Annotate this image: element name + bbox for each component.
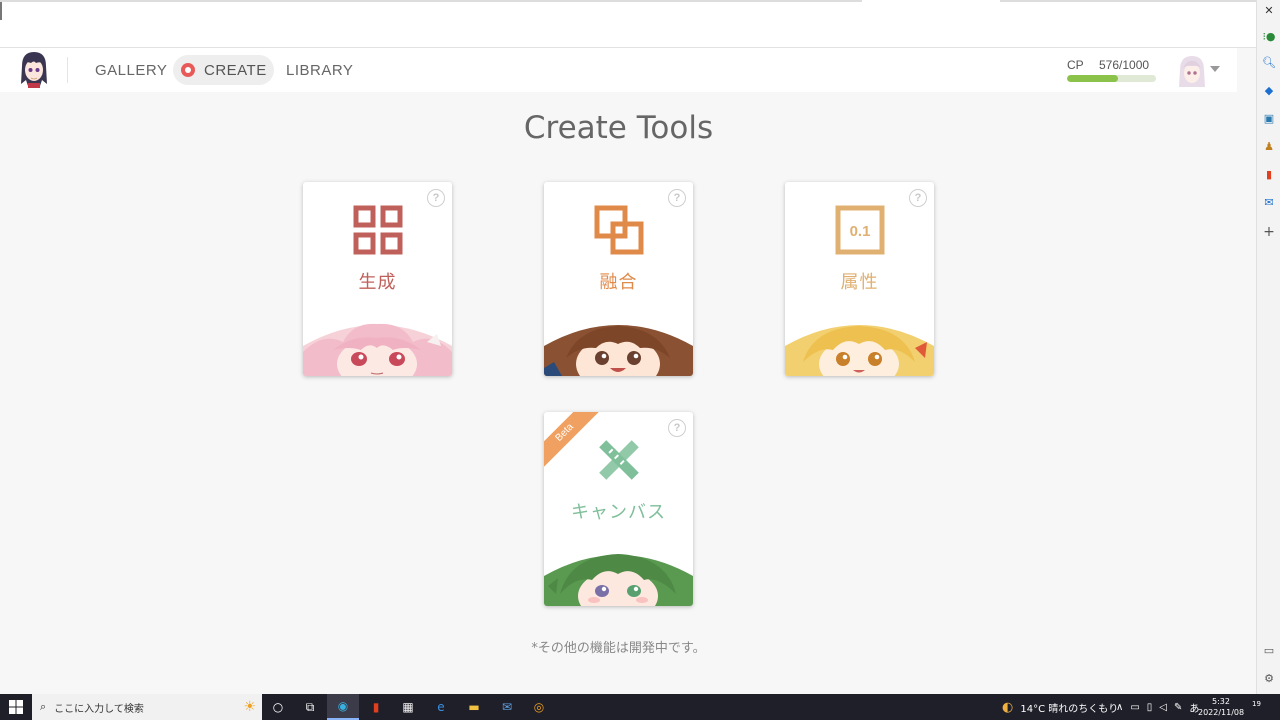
development-note: *その他の機能は開発中です。 bbox=[531, 641, 706, 656]
header-divider bbox=[67, 57, 68, 83]
volume-icon[interactable]: ◁ bbox=[1159, 702, 1167, 713]
tool-card-generate[interactable]: ? 生成 bbox=[303, 182, 452, 376]
loading-bar-segment bbox=[1000, 0, 1256, 2]
character-illustration bbox=[303, 323, 452, 376]
nav-tab-gallery[interactable]: GALLERY bbox=[95, 55, 167, 85]
cp-progress-bar bbox=[1067, 75, 1156, 82]
discover-icon[interactable]: ⁝● bbox=[1261, 28, 1277, 44]
tool-label: 生成 bbox=[358, 272, 397, 293]
help-icon[interactable]: ? bbox=[668, 419, 686, 437]
nav-tab-label: CREATE bbox=[204, 61, 267, 79]
nav-tab-label: LIBRARY bbox=[286, 61, 354, 79]
browser-address-strip bbox=[0, 0, 1256, 48]
tool-label: キャンバス bbox=[571, 502, 666, 523]
search-icon: ⌕ bbox=[40, 700, 47, 713]
tool-card-attribute[interactable]: ? 0.1 属性 bbox=[785, 182, 934, 376]
task-view-icon[interactable]: ⧉ bbox=[294, 694, 326, 720]
weather-cloud-icon: ◐ bbox=[1002, 699, 1014, 715]
search-placeholder: ここに入力して検索 bbox=[54, 703, 144, 715]
internet-explorer-icon[interactable]: e bbox=[425, 694, 457, 720]
help-icon[interactable]: ? bbox=[427, 189, 445, 207]
help-icon[interactable]: ? bbox=[668, 189, 686, 207]
clock-time: 5:32 bbox=[1212, 697, 1230, 706]
windows-taskbar: ⌕ ここに入力して検索 ☀ ○ ⧉ ◉ ▮ ▦ e ▬ ✉ ◎ ◐ 14°C 晴… bbox=[0, 694, 1280, 720]
chevron-up-icon[interactable]: ∧ bbox=[1116, 702, 1123, 713]
mail-icon[interactable]: ✉ bbox=[491, 694, 523, 720]
app-logo-icon[interactable] bbox=[18, 50, 50, 88]
attribute-icon-text: 0.1 bbox=[850, 223, 871, 240]
user-avatar[interactable] bbox=[1177, 54, 1207, 88]
grid-icon bbox=[353, 205, 403, 255]
pencil-ruler-icon bbox=[599, 440, 639, 480]
character-illustration bbox=[785, 325, 934, 376]
taskbar-search-box[interactable]: ⌕ ここに入力して検索 ☀ bbox=[32, 694, 262, 720]
browser-sidebar: ✕ ⁝● 🔍︎ ◆ ▣ ♟ ▮ ✉ + ▭ ⚙ bbox=[1256, 0, 1280, 694]
taskbar-weather[interactable]: ◐ 14°C 晴れのちくもり bbox=[1002, 694, 1118, 720]
close-icon[interactable]: ✕ bbox=[1261, 2, 1277, 18]
chevron-down-icon[interactable] bbox=[1210, 66, 1220, 72]
network-icon[interactable]: ▭ bbox=[1130, 702, 1139, 713]
nav-tab-label: GALLERY bbox=[95, 61, 168, 79]
battery-icon[interactable]: ▯ bbox=[1147, 702, 1153, 713]
system-tray: ∧ ▭ ▯ ◁ ✎ あ bbox=[1116, 694, 1199, 720]
shopping-tag-icon[interactable]: ◆ bbox=[1261, 82, 1277, 98]
sidebar-toggle-icon[interactable]: ▭ bbox=[1261, 642, 1277, 658]
notification-count: 19 bbox=[1252, 700, 1261, 708]
cp-label: CP bbox=[1067, 58, 1084, 72]
page-title: Create Tools bbox=[523, 110, 714, 146]
tool-label: 属性 bbox=[840, 272, 879, 293]
loading-bar bbox=[0, 0, 862, 2]
nav-tab-library[interactable]: LIBRARY bbox=[286, 55, 353, 85]
outlook-icon[interactable]: ✉ bbox=[1261, 194, 1277, 210]
store-icon[interactable]: ▦ bbox=[392, 694, 424, 720]
tools-icon[interactable]: ▣ bbox=[1261, 110, 1277, 126]
character-illustration bbox=[544, 554, 693, 606]
create-icon bbox=[181, 63, 195, 77]
app-circle-icon[interactable]: ◎ bbox=[523, 694, 555, 720]
cortana-icon[interactable]: ○ bbox=[262, 694, 294, 720]
cp-progress-fill bbox=[1067, 75, 1119, 82]
edge-browser-icon[interactable]: ◉ bbox=[327, 694, 359, 720]
taskbar-clock[interactable]: 5:32 2022/11/08 bbox=[1198, 696, 1244, 718]
attribute-icon: 0.1 bbox=[835, 205, 885, 255]
office-icon[interactable]: ▮ bbox=[360, 694, 392, 720]
weather-sun-icon: ☀ bbox=[243, 699, 256, 715]
clock-date: 2022/11/08 bbox=[1198, 708, 1245, 717]
office-icon[interactable]: ▮ bbox=[1261, 166, 1277, 182]
pen-icon[interactable]: ✎ bbox=[1174, 702, 1182, 713]
nav-tab-create[interactable]: CREATE bbox=[173, 55, 274, 85]
weather-text: 14°C 晴れのちくもり bbox=[1020, 703, 1119, 715]
character-illustration bbox=[544, 325, 693, 376]
notification-center-icon[interactable]: 19 bbox=[1252, 698, 1261, 709]
cp-value: 576/1000 bbox=[1099, 58, 1150, 72]
search-icon[interactable]: 🔍︎ bbox=[1261, 54, 1277, 70]
games-icon[interactable]: ♟ bbox=[1261, 138, 1277, 154]
windows-logo-icon bbox=[9, 700, 23, 714]
merge-icon bbox=[594, 205, 644, 255]
text-cursor bbox=[0, 0, 2, 20]
add-icon[interactable]: + bbox=[1261, 224, 1277, 240]
settings-gear-icon[interactable]: ⚙ bbox=[1261, 670, 1277, 686]
tool-card-merge[interactable]: ? 融合 bbox=[544, 182, 693, 376]
app-header: GALLERY CREATE LIBRARY CP 576/1000 bbox=[0, 48, 1237, 92]
file-explorer-icon[interactable]: ▬ bbox=[458, 694, 490, 720]
tool-label: 融合 bbox=[599, 272, 638, 293]
tool-card-canvas[interactable]: Beta ? キャンバス bbox=[544, 412, 693, 606]
windows-start-button[interactable] bbox=[0, 694, 32, 720]
help-icon[interactable]: ? bbox=[909, 189, 927, 207]
